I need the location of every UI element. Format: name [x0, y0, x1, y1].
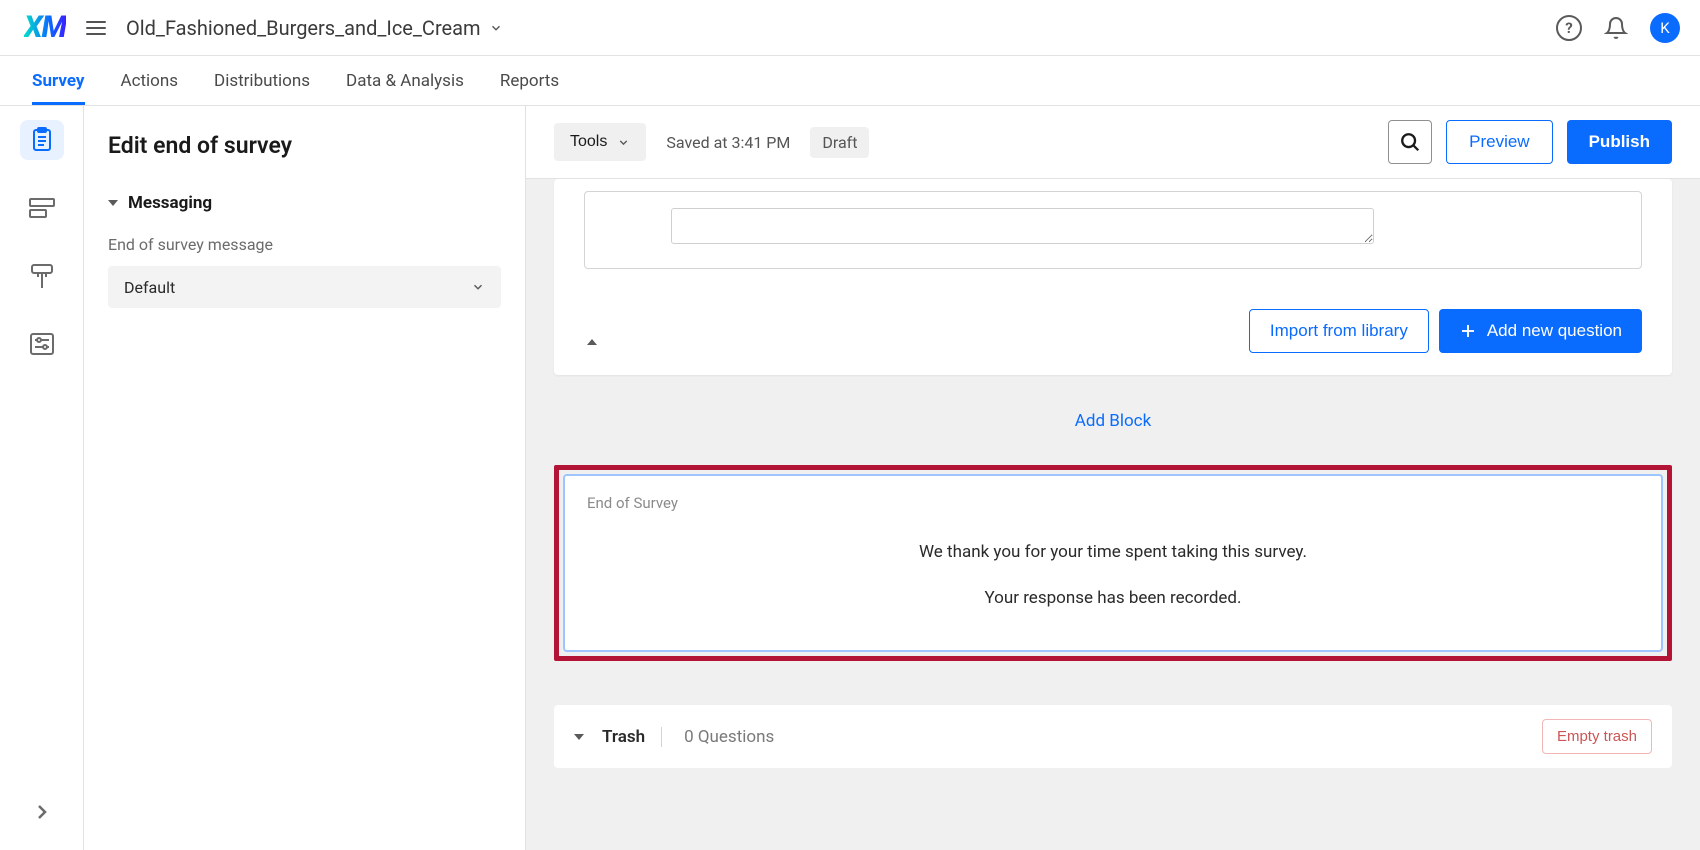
saved-at-text: Saved at 3:41 PM [666, 133, 790, 152]
chevron-down-icon [489, 21, 503, 35]
end-of-survey-block[interactable]: End of Survey We thank you for your time… [563, 474, 1663, 652]
trash-title: Trash [602, 727, 662, 747]
header-left: XM Old_Fashioned_Burgers_and_Ice_Cream [24, 10, 503, 45]
edit-panel: Edit end of survey Messaging End of surv… [84, 106, 526, 850]
chevron-down-icon [617, 136, 630, 149]
rail-look-feel-icon[interactable] [20, 256, 64, 296]
eos-message-select[interactable]: Default [108, 266, 501, 308]
question-footer: Import from library Add new question [584, 309, 1642, 353]
panel-title: Edit end of survey [108, 132, 501, 159]
toolbar-left: Tools Saved at 3:41 PM Draft [554, 123, 869, 161]
tab-survey[interactable]: Survey [32, 56, 85, 105]
header-right: ? K [1556, 13, 1680, 43]
main-area: Edit end of survey Messaging End of surv… [0, 106, 1700, 850]
end-of-survey-message: We thank you for your time spent taking … [587, 542, 1639, 608]
question-block[interactable]: Import from library Add new question [554, 179, 1672, 375]
help-icon[interactable]: ? [1556, 15, 1582, 41]
add-block-row: Add Block [554, 411, 1672, 431]
main-tabs: Survey Actions Distributions Data & Anal… [0, 56, 1700, 106]
eos-line-1: We thank you for your time spent taking … [587, 542, 1639, 562]
search-icon [1399, 131, 1421, 153]
collapse-block-icon[interactable] [587, 339, 597, 345]
publish-button[interactable]: Publish [1567, 120, 1672, 164]
toolbar-right: Preview Publish [1388, 120, 1672, 164]
import-from-library-button[interactable]: Import from library [1249, 309, 1429, 353]
rail-expand-icon[interactable] [20, 792, 64, 832]
top-header: XM Old_Fashioned_Burgers_and_Ice_Cream ?… [0, 0, 1700, 56]
rail-flow-icon[interactable] [20, 188, 64, 228]
add-new-question-button[interactable]: Add new question [1439, 309, 1642, 353]
caret-down-icon [108, 200, 118, 206]
trash-block[interactable]: Trash 0 Questions Empty trash [554, 705, 1672, 768]
rail-options-icon[interactable] [20, 324, 64, 364]
project-name-text: Old_Fashioned_Burgers_and_Ice_Cream [126, 16, 481, 40]
trash-left: Trash 0 Questions [574, 727, 774, 747]
end-of-survey-highlight: End of Survey We thank you for your time… [554, 465, 1672, 661]
tools-button[interactable]: Tools [554, 123, 646, 161]
notifications-icon[interactable] [1604, 16, 1628, 40]
tab-reports[interactable]: Reports [500, 56, 559, 105]
tab-data-analysis[interactable]: Data & Analysis [346, 56, 464, 105]
draft-chip: Draft [810, 127, 869, 158]
messaging-label: Messaging [128, 193, 212, 213]
search-button[interactable] [1388, 120, 1432, 164]
plus-icon [1459, 322, 1477, 340]
question-text-input[interactable] [671, 208, 1374, 244]
hamburger-icon[interactable] [80, 15, 112, 41]
xm-logo[interactable]: XM [24, 10, 66, 45]
eos-message-label: End of survey message [108, 235, 501, 254]
messaging-accordion[interactable]: Messaging [108, 193, 501, 213]
tools-label: Tools [570, 133, 607, 151]
empty-trash-button[interactable]: Empty trash [1542, 719, 1652, 754]
side-rail [0, 106, 84, 850]
preview-button[interactable]: Preview [1446, 120, 1552, 164]
chevron-down-icon [471, 280, 485, 294]
rail-builder-icon[interactable] [20, 120, 64, 160]
avatar[interactable]: K [1650, 13, 1680, 43]
canvas-body[interactable]: Import from library Add new question Add… [526, 179, 1700, 850]
add-question-label: Add new question [1487, 321, 1622, 341]
project-name-dropdown[interactable]: Old_Fashioned_Burgers_and_Ice_Cream [126, 16, 503, 40]
tab-distributions[interactable]: Distributions [214, 56, 310, 105]
caret-down-icon[interactable] [574, 734, 584, 740]
end-of-survey-heading: End of Survey [587, 494, 1639, 512]
canvas-area: Tools Saved at 3:41 PM Draft Preview Pub… [526, 106, 1700, 850]
select-value: Default [124, 278, 175, 297]
canvas-toolbar: Tools Saved at 3:41 PM Draft Preview Pub… [526, 106, 1700, 179]
eos-line-2: Your response has been recorded. [587, 588, 1639, 608]
tab-actions[interactable]: Actions [121, 56, 179, 105]
add-block-link[interactable]: Add Block [1075, 411, 1151, 431]
trash-count: 0 Questions [680, 727, 774, 747]
